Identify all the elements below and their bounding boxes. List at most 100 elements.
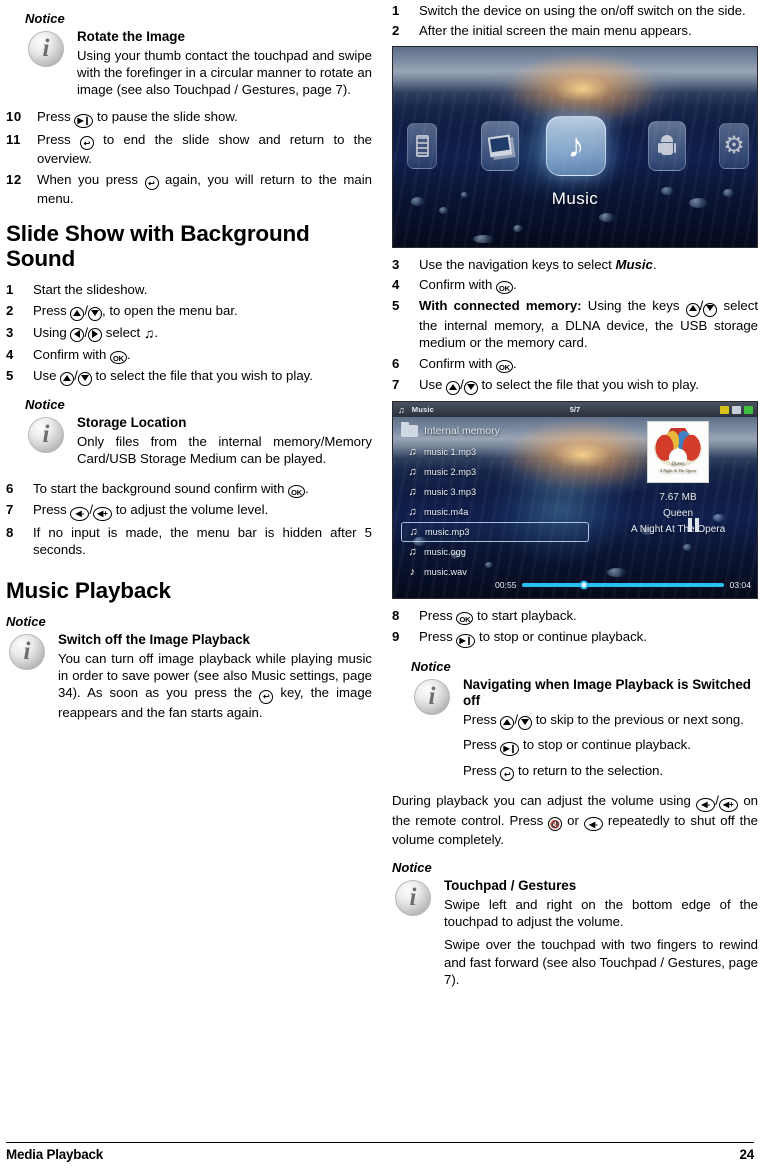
notice-label: Notice [25,397,65,413]
volume-up-key-icon: ◀+ [718,797,738,812]
battery-icon [744,405,753,414]
notice-label: Notice [411,658,451,674]
film-icon [415,134,429,157]
steps-slideshow-end: 10 Press ▶❙ to pause the slide show. 11 … [6,108,372,207]
main-menu-tile-row: ♪ ⚙ [393,107,757,185]
file-name: music 2.mp3 [424,467,477,478]
video-tile[interactable] [407,122,437,169]
notice-text: Using your thumb contact the touchpad an… [77,47,372,97]
play-pause-key-icon: ▶❙ [456,633,476,648]
list-item[interactable]: ♫ music.ogg [401,542,601,562]
android-tile[interactable] [648,120,686,171]
list-item: 1 Switch the device on using the on/off … [392,2,758,19]
settings-tile[interactable]: ⚙ [719,122,749,169]
info-icon: i [395,880,431,917]
list-item: 5 Use / to select the file that you wish… [6,367,372,387]
step-number: 8 [392,608,400,624]
footer-section-name: Media Playback [6,1147,103,1162]
list-item: 7 Press ◀- / ◀+ to adjust the volume level… [6,501,372,521]
notice-title: Storage Location [77,415,187,431]
list-item: 12 When you press ↩ again, you will retu… [6,171,372,208]
progress-track[interactable] [521,580,725,590]
file-name: music.mp3 [425,527,470,538]
ok-key-icon: OK [288,485,306,499]
step-number: 8 [6,524,14,540]
notice-text: Only files from the internal memory/Memo… [77,433,372,466]
step-text-post: select [102,325,144,341]
step-text-pre: Press [37,131,80,147]
list-item-selected[interactable]: ♫ music.mp3 [401,522,589,543]
down-key-icon [77,372,92,387]
step-number: 1 [392,3,400,18]
step-text-pre: Press [37,109,75,125]
text-post: to skip to the previous or next song. [532,711,744,727]
page-footer: Media Playback 24 [6,1142,754,1162]
step-text-emphasis: With connected memory: [419,298,582,314]
duration-time: 03:04 [729,580,751,591]
step-text-pre: Confirm with [33,346,110,362]
progress-knob[interactable] [579,580,589,590]
file-size: 7.67 MB [659,492,697,504]
step-number: 1 [6,282,14,298]
step-number: 2 [392,23,400,39]
text-pre: Press [463,762,501,778]
file-name: music 3.mp3 [424,487,477,498]
list-item: 6 To start the background sound confirm … [6,480,372,499]
list-item[interactable]: ♫ music 2.mp3 [401,462,601,482]
music-note-icon: ♫ [408,506,417,519]
info-icon: i [28,31,64,67]
text-pre: Press [463,711,501,727]
steps-power-on: 1 Switch the device on using the on/off … [392,2,758,40]
list-item: 4 Confirm with OK. [6,346,372,364]
playback-progress-bar[interactable]: 00:55 03:04 [495,580,751,590]
step-number: 7 [392,376,400,392]
photo-icon [487,134,513,158]
music-note-icon: ♫ [408,546,417,559]
steps-playback: 8 Press OK to start playback. 9 Press ▶❙… [392,607,758,648]
warning-icon [720,405,729,414]
android-icon [658,134,676,157]
list-item: 11 Press ↩ to end the slide show and ret… [6,131,372,168]
folder-row[interactable]: Internal memory [401,421,601,441]
notice-switch-off-image-playback: Notice i Switch off the Image Playback Y… [6,614,372,721]
music-tile[interactable]: ♪ [546,115,606,176]
step-number: 6 [6,481,14,497]
step-number: 10 [6,109,22,125]
list-item[interactable]: ♫ music 1.mp3 [401,442,601,462]
up-key-icon [446,381,461,396]
step-number: 3 [6,325,14,341]
step-text-post: . [512,277,517,293]
artist-name: Queen [662,508,694,520]
photo-tile[interactable] [481,120,519,171]
step-number: 4 [392,277,400,293]
pause-icon [688,518,699,533]
folder-label: Internal memory [424,425,500,438]
step-text-pre: Use [419,376,447,392]
down-key-icon [518,716,533,731]
volume-down-key-icon: ◀- [696,797,716,812]
main-menu-screenshot: ♪ ⚙ Music [392,45,758,248]
list-item: 1 Start the slideshow. [6,281,372,298]
info-icon: i [414,678,450,715]
list-item[interactable]: ♫ music 3.mp3 [401,482,601,502]
step-text-pre: Press [33,502,71,518]
notice-touchpad-gestures: Notice i Touchpad / Gestures Swipe left … [392,860,758,988]
step-text-pre: To start the background sound confirm wi… [33,481,289,497]
list-item[interactable]: ♪ music.wav [401,562,601,582]
list-item: 2 Press /, to open the menu bar. [6,302,372,322]
notice-text-line1: Press / to skip to the previous or next … [463,711,758,731]
ok-key-icon: OK [109,350,127,364]
text-mid2: or [562,812,584,828]
file-name: music.wav [424,567,467,578]
step-text-post: . [305,481,309,497]
up-key-icon [70,307,85,322]
notice-text-a: Swipe left and right on the bottom edge … [444,896,758,930]
info-icon: i [28,417,64,454]
left-key-icon [70,327,85,342]
step-text-pre: Press [419,608,457,624]
step-text-post: to stop or continue playback. [475,629,647,645]
notice-text-line3: Press ↩ to return to the selection. [463,762,758,782]
down-key-icon [88,307,103,322]
list-item[interactable]: ♫ music.m4a [401,502,601,522]
right-key-icon [88,327,103,342]
